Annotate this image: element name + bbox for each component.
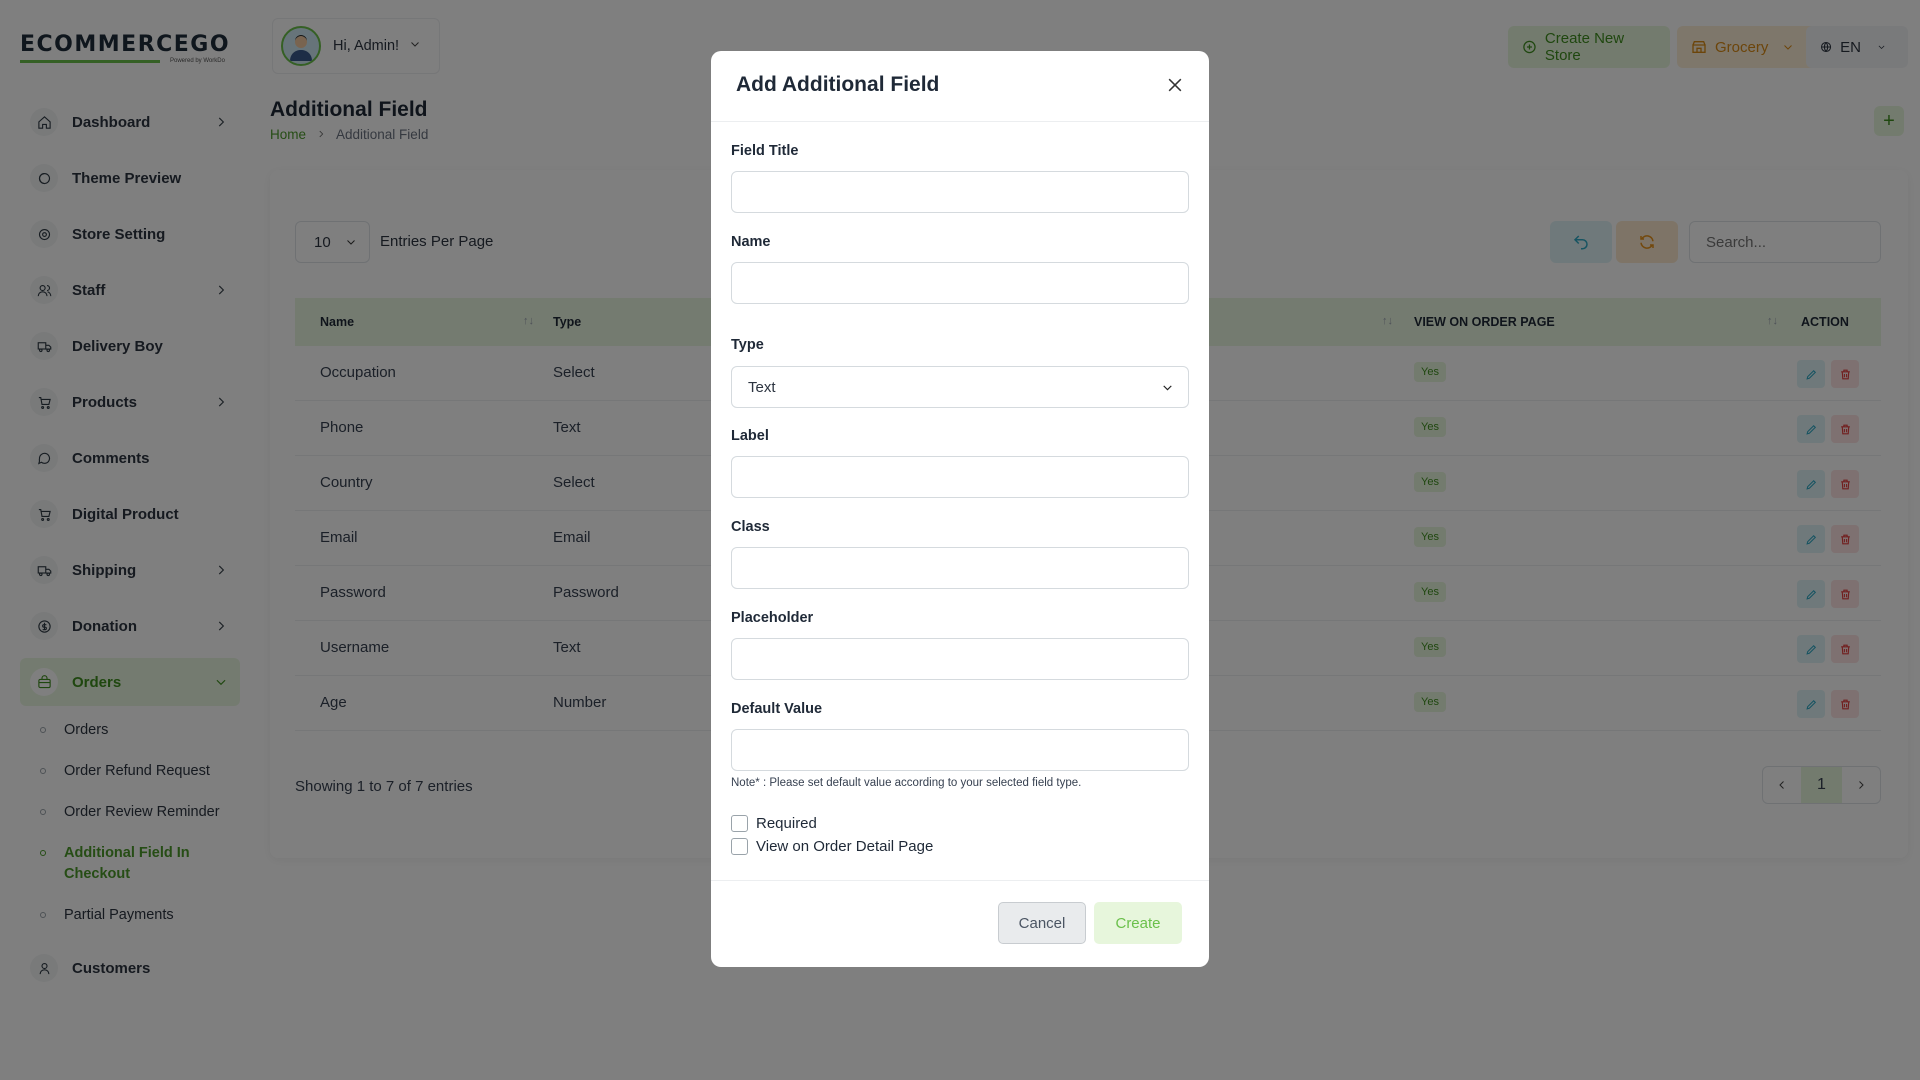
modal-title: Add Additional Field [736, 73, 940, 96]
close-icon [1168, 78, 1182, 92]
type-select[interactable]: Text [731, 366, 1189, 408]
chevron-down-icon [1163, 385, 1172, 391]
create-button[interactable]: Create [1094, 902, 1182, 944]
default-value-label: Default Value [731, 701, 823, 717]
field-title-input[interactable] [731, 171, 1189, 213]
required-checkbox[interactable]: Required [731, 815, 817, 832]
add-additional-field-modal: Add Additional Field Field Title Name Ty… [711, 51, 1209, 967]
class-label: Class [731, 519, 770, 535]
field-title-label: Field Title [731, 143, 799, 159]
name-label: Name [731, 234, 771, 250]
class-input[interactable] [731, 547, 1189, 589]
placeholder-label: Placeholder [731, 610, 814, 626]
default-value-input[interactable] [731, 729, 1189, 771]
name-input[interactable] [731, 262, 1189, 304]
placeholder-input[interactable] [731, 638, 1189, 680]
type-selected-value: Text [748, 378, 776, 396]
label-label: Label [731, 428, 769, 444]
label-input[interactable] [731, 456, 1189, 498]
default-value-note: Note* : Please set default value accordi… [731, 777, 1082, 789]
cancel-button[interactable]: Cancel [998, 902, 1086, 944]
modal-footer-divider [711, 880, 1209, 881]
checkbox-box[interactable] [731, 838, 748, 855]
checkbox-box[interactable] [731, 815, 748, 832]
close-button[interactable] [1165, 75, 1187, 97]
view-on-order-detail-checkbox[interactable]: View on Order Detail Page [731, 838, 933, 855]
modal-header: Add Additional Field [711, 51, 1209, 122]
type-label: Type [731, 337, 764, 353]
